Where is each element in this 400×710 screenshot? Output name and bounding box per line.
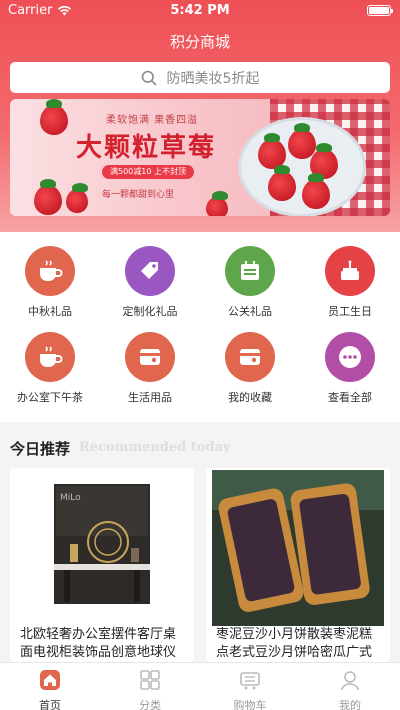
category-label: 员工生日 bbox=[328, 305, 372, 318]
product-card[interactable]: MiLo 北欧轻奢办公室摆件客厅桌面电视柜装饰品创意地球仪 bbox=[10, 468, 194, 662]
category-label: 我的收藏 bbox=[228, 391, 272, 404]
strawberry-image bbox=[34, 179, 62, 215]
product-name: 北欧轻奢办公室摆件客厅桌面电视柜装饰品创意地球仪 bbox=[20, 627, 177, 660]
promo-banner[interactable]: 柔软饱满 果香四溢 大颗粒草莓 满500减10 上不封顶 每一颗都甜到心里 bbox=[10, 99, 390, 216]
category-mid-autumn-gifts[interactable]: 中秋礼品 bbox=[0, 246, 100, 319]
strawberry-image bbox=[206, 191, 228, 216]
tab-label: 分类 bbox=[139, 699, 161, 710]
category-view-all[interactable]: 查看全部 bbox=[300, 332, 400, 405]
wallet-icon bbox=[225, 332, 275, 382]
cart-icon bbox=[240, 672, 260, 690]
recommend-header: 今日推荐 Recommended today bbox=[0, 430, 400, 466]
search-icon bbox=[141, 70, 156, 85]
strawberry-image bbox=[40, 99, 68, 135]
cup-icon bbox=[25, 246, 75, 296]
page-title: 积分商城 bbox=[169, 33, 230, 51]
calendar-icon bbox=[225, 246, 275, 296]
banner-title: 大颗粒草莓 bbox=[76, 133, 217, 163]
wallet-icon bbox=[125, 332, 175, 382]
tab-profile[interactable]: 我的 bbox=[300, 669, 400, 710]
product-image bbox=[212, 470, 384, 626]
category-office-tea[interactable]: 办公室下午茶 bbox=[0, 332, 100, 405]
category-label: 定制化礼品 bbox=[122, 305, 178, 318]
category-label: 查看全部 bbox=[328, 391, 372, 404]
category-label: 办公室下午茶 bbox=[17, 391, 83, 404]
category-label: 公关礼品 bbox=[228, 305, 272, 318]
tab-cart[interactable]: 购物车 bbox=[200, 669, 300, 710]
category-label: 中秋礼品 bbox=[28, 305, 72, 318]
category-custom-gifts[interactable]: 定制化礼品 bbox=[100, 246, 200, 319]
status-bar: Carrier 5:42 PM bbox=[0, 0, 400, 22]
search-input[interactable]: 防晒美妆5折起 bbox=[10, 62, 390, 93]
user-icon bbox=[341, 671, 359, 691]
strawberry-image bbox=[66, 183, 88, 213]
banner-subtitle: 柔软饱满 果香四溢 bbox=[106, 115, 199, 126]
svg-text:MiLo: MiLo bbox=[60, 493, 81, 503]
category-pr-gifts[interactable]: 公关礼品 bbox=[200, 246, 300, 319]
category-grid: 中秋礼品 定制化礼品 公关礼品 员工生日 办公室下午茶 生活用品 我的收藏 查看… bbox=[0, 232, 400, 422]
status-time: 5:42 PM bbox=[170, 3, 230, 18]
product-name: 枣泥豆沙小月饼散装枣泥糕点老式豆沙月饼哈密瓜广式 bbox=[216, 627, 373, 660]
recommend-title: 今日推荐 bbox=[10, 440, 71, 458]
category-my-favorites[interactable]: 我的收藏 bbox=[200, 332, 300, 405]
home-icon bbox=[40, 670, 60, 690]
tab-label: 购物车 bbox=[233, 699, 267, 710]
cup-icon bbox=[25, 332, 75, 382]
category-employee-birthday[interactable]: 员工生日 bbox=[300, 246, 400, 319]
cake-icon bbox=[325, 246, 375, 296]
banner-tagline: 每一颗都甜到心里 bbox=[102, 190, 175, 200]
strawberry-image bbox=[268, 165, 296, 201]
tag-icon bbox=[125, 246, 175, 296]
category-label: 生活用品 bbox=[128, 391, 172, 404]
banner-promo-badge: 满500减10 上不封顶 bbox=[102, 165, 194, 179]
search-placeholder: 防晒美妆5折起 bbox=[166, 70, 260, 87]
category-daily-goods[interactable]: 生活用品 bbox=[100, 332, 200, 405]
product-image: MiLo bbox=[16, 470, 188, 626]
tab-home[interactable]: 首页 bbox=[0, 669, 100, 710]
product-card[interactable]: 枣泥豆沙小月饼散装枣泥糕点老式豆沙月饼哈密瓜广式 bbox=[206, 468, 390, 662]
battery-icon bbox=[367, 5, 393, 16]
grid-icon bbox=[140, 670, 160, 690]
tab-category[interactable]: 分类 bbox=[100, 669, 200, 710]
tab-label: 我的 bbox=[339, 699, 361, 710]
strawberry-image bbox=[302, 173, 330, 209]
recommend-subtitle: Recommended today bbox=[79, 440, 231, 455]
strawberry-image bbox=[288, 123, 316, 159]
tab-bar: 首页 分类 购物车 我的 bbox=[0, 662, 400, 710]
tab-label: 首页 bbox=[39, 699, 61, 710]
more-icon bbox=[325, 332, 375, 382]
